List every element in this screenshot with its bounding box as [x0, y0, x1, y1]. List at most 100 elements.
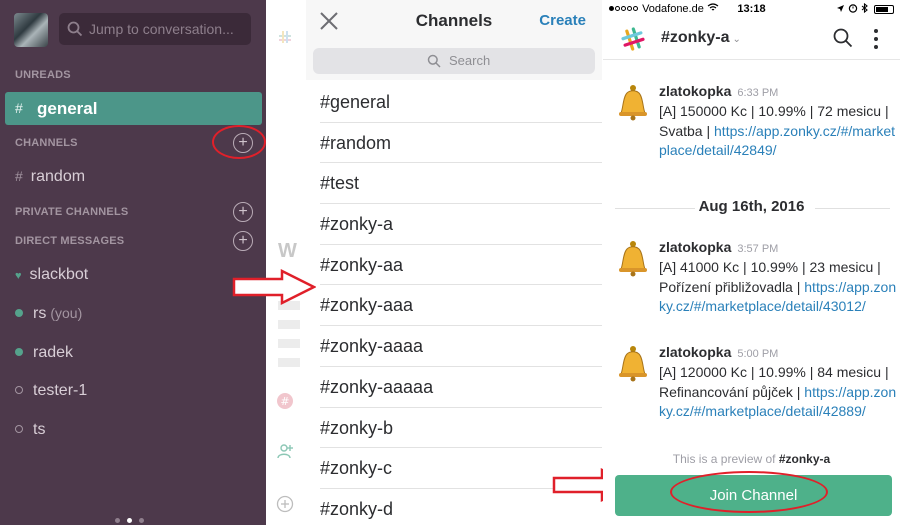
- sidebar-item-label: rs: [33, 305, 47, 322]
- message-time: 3:57 PM: [737, 243, 779, 255]
- sidebar-item-label: radek: [33, 344, 74, 361]
- channel-preview-phone: Vodafone.de 13:18 #zonky-a ⌄ zlatokopka …: [603, 0, 900, 525]
- battery-icon: [874, 5, 894, 14]
- sidebar-item-slackbot[interactable]: ♥ slackbot: [15, 266, 88, 284]
- channel-search-input[interactable]: Search: [313, 48, 595, 74]
- chevron-down-icon: ⌄: [732, 34, 741, 45]
- add-circle-icon[interactable]: [276, 495, 294, 513]
- channel-list: #general #random #test #zonky-a #zonky-a…: [320, 82, 602, 525]
- sidebar-item-ts[interactable]: ts: [15, 421, 45, 439]
- sidebar: Jump to conversation... UNREADS # genera…: [0, 0, 266, 525]
- hidden-text-line: [278, 339, 300, 348]
- page-indicator: [115, 510, 151, 525]
- add-private-channel-plus-icon[interactable]: +: [233, 202, 253, 222]
- channel-badge-icon: #: [277, 393, 293, 409]
- channel-list-item[interactable]: #zonky-aaa: [320, 285, 602, 327]
- presence-online-icon: [15, 309, 23, 317]
- channel-list-item[interactable]: #zonky-aa: [320, 245, 602, 286]
- channels-header[interactable]: CHANNELS: [15, 137, 78, 149]
- annotation-circle: [212, 125, 266, 159]
- channels-header-bar: Channels Create Search: [306, 0, 602, 80]
- channel-list-item[interactable]: #zonky-a: [320, 204, 602, 245]
- more-vertical-icon[interactable]: [872, 28, 880, 50]
- private-channels-header[interactable]: PRIVATE CHANNELS: [15, 206, 128, 218]
- date-divider: Aug 16th, 2016: [603, 198, 900, 218]
- channel-nav-bar: #zonky-a ⌄: [603, 18, 900, 60]
- hidden-heading: W: [278, 240, 297, 262]
- page-dot: [115, 518, 120, 523]
- jump-to-conversation-input[interactable]: Jump to conversation...: [59, 13, 251, 45]
- channel-hash-icon: #: [15, 100, 23, 116]
- channel-list-item[interactable]: #zonky-aaaaa: [320, 367, 602, 408]
- unreads-header: UNREADS: [15, 69, 71, 81]
- preview-notice: This is a preview of #zonky-a: [603, 452, 900, 466]
- sidebar-item-label: random: [30, 168, 86, 185]
- search-icon: [67, 21, 83, 37]
- annotation-circle: [670, 471, 828, 513]
- presence-offline-icon: [15, 386, 23, 394]
- message-author[interactable]: zlatokopka 3:57 PM: [659, 239, 778, 255]
- page-dot-active: [127, 518, 132, 523]
- channel-list-item[interactable]: #general: [320, 82, 602, 123]
- sidebar-top-bar: Jump to conversation...: [0, 0, 266, 60]
- sidebar-item-label: ts: [33, 421, 46, 438]
- svg-text:#: #: [280, 395, 289, 408]
- team-avatar[interactable]: [14, 13, 48, 47]
- sidebar-item-label: tester-1: [33, 382, 88, 399]
- search-icon[interactable]: [833, 28, 853, 48]
- sidebar-item-radek[interactable]: radek: [15, 344, 73, 362]
- slack-logo-icon[interactable]: [620, 26, 646, 52]
- message-time: 6:33 PM: [737, 87, 779, 99]
- channel-list-item[interactable]: #random: [320, 123, 602, 164]
- bell-avatar-icon[interactable]: [615, 344, 651, 382]
- hidden-text-line: [278, 358, 300, 367]
- bluetooth-icon: [861, 2, 868, 14]
- message-time: 5:00 PM: [737, 348, 779, 360]
- sidebar-item-tester-1[interactable]: tester-1: [15, 382, 87, 400]
- channel-name: #zonky-a: [661, 29, 730, 46]
- preview-prefix: This is a preview of: [672, 452, 779, 466]
- bell-avatar-icon[interactable]: [615, 239, 651, 277]
- annotation-arrow: [232, 269, 316, 305]
- search-placeholder: Search: [449, 53, 491, 68]
- sidebar-item-random[interactable]: # random: [15, 168, 85, 186]
- heart-icon: ♥: [15, 270, 22, 282]
- channel-list-item[interactable]: #test: [320, 163, 602, 205]
- sidebar-item-label: general: [37, 99, 98, 118]
- channel-list-item[interactable]: #zonky-aaaa: [320, 326, 602, 367]
- create-button[interactable]: Create: [539, 12, 586, 29]
- search-icon: [427, 54, 441, 68]
- presence-online-icon: [15, 348, 23, 356]
- page-dot: [139, 518, 144, 523]
- channel-list-item[interactable]: #zonky-b: [320, 408, 602, 449]
- sidebar-item-label: slackbot: [29, 266, 89, 283]
- jump-placeholder: Jump to conversation...: [89, 21, 234, 37]
- author-name: zlatokopka: [659, 344, 732, 360]
- sidebar-item-rs[interactable]: rs (you): [15, 305, 82, 323]
- author-name: zlatokopka: [659, 239, 732, 255]
- channels-browser: Channels Create Search #general #random …: [306, 0, 602, 525]
- message-author[interactable]: zlatokopka 5:00 PM: [659, 344, 778, 360]
- author-name: zlatokopka: [659, 83, 732, 99]
- presence-offline-icon: [15, 425, 23, 433]
- alarm-icon: [848, 4, 858, 13]
- location-icon: [836, 5, 844, 12]
- add-direct-message-plus-icon[interactable]: +: [233, 231, 253, 251]
- you-suffix: (you): [50, 305, 83, 321]
- preview-channel: #zonky-a: [778, 452, 831, 466]
- add-user-icon[interactable]: [276, 442, 294, 460]
- status-bar: Vodafone.de 13:18: [603, 0, 900, 18]
- message-author[interactable]: zlatokopka 6:33 PM: [659, 83, 778, 99]
- message-body: [A] 120000 Kc | 10.99% | 84 mesicu | Ref…: [659, 363, 899, 422]
- channel-title[interactable]: #zonky-a ⌄: [661, 29, 741, 47]
- partially-hidden-panel: W #: [266, 0, 306, 525]
- bell-avatar-icon[interactable]: [615, 83, 651, 121]
- sidebar-item-general[interactable]: # general: [5, 92, 262, 125]
- channel-hash-icon: #: [15, 168, 23, 184]
- slack-logo-icon: [279, 31, 291, 43]
- message-body: [A] 150000 Kc | 10.99% | 72 mesicu | Sva…: [659, 102, 899, 161]
- direct-messages-header[interactable]: DIRECT MESSAGES: [15, 235, 124, 247]
- hidden-text-line: [278, 320, 300, 329]
- date-divider-label: Aug 16th, 2016: [698, 198, 805, 215]
- status-icons: [836, 2, 894, 16]
